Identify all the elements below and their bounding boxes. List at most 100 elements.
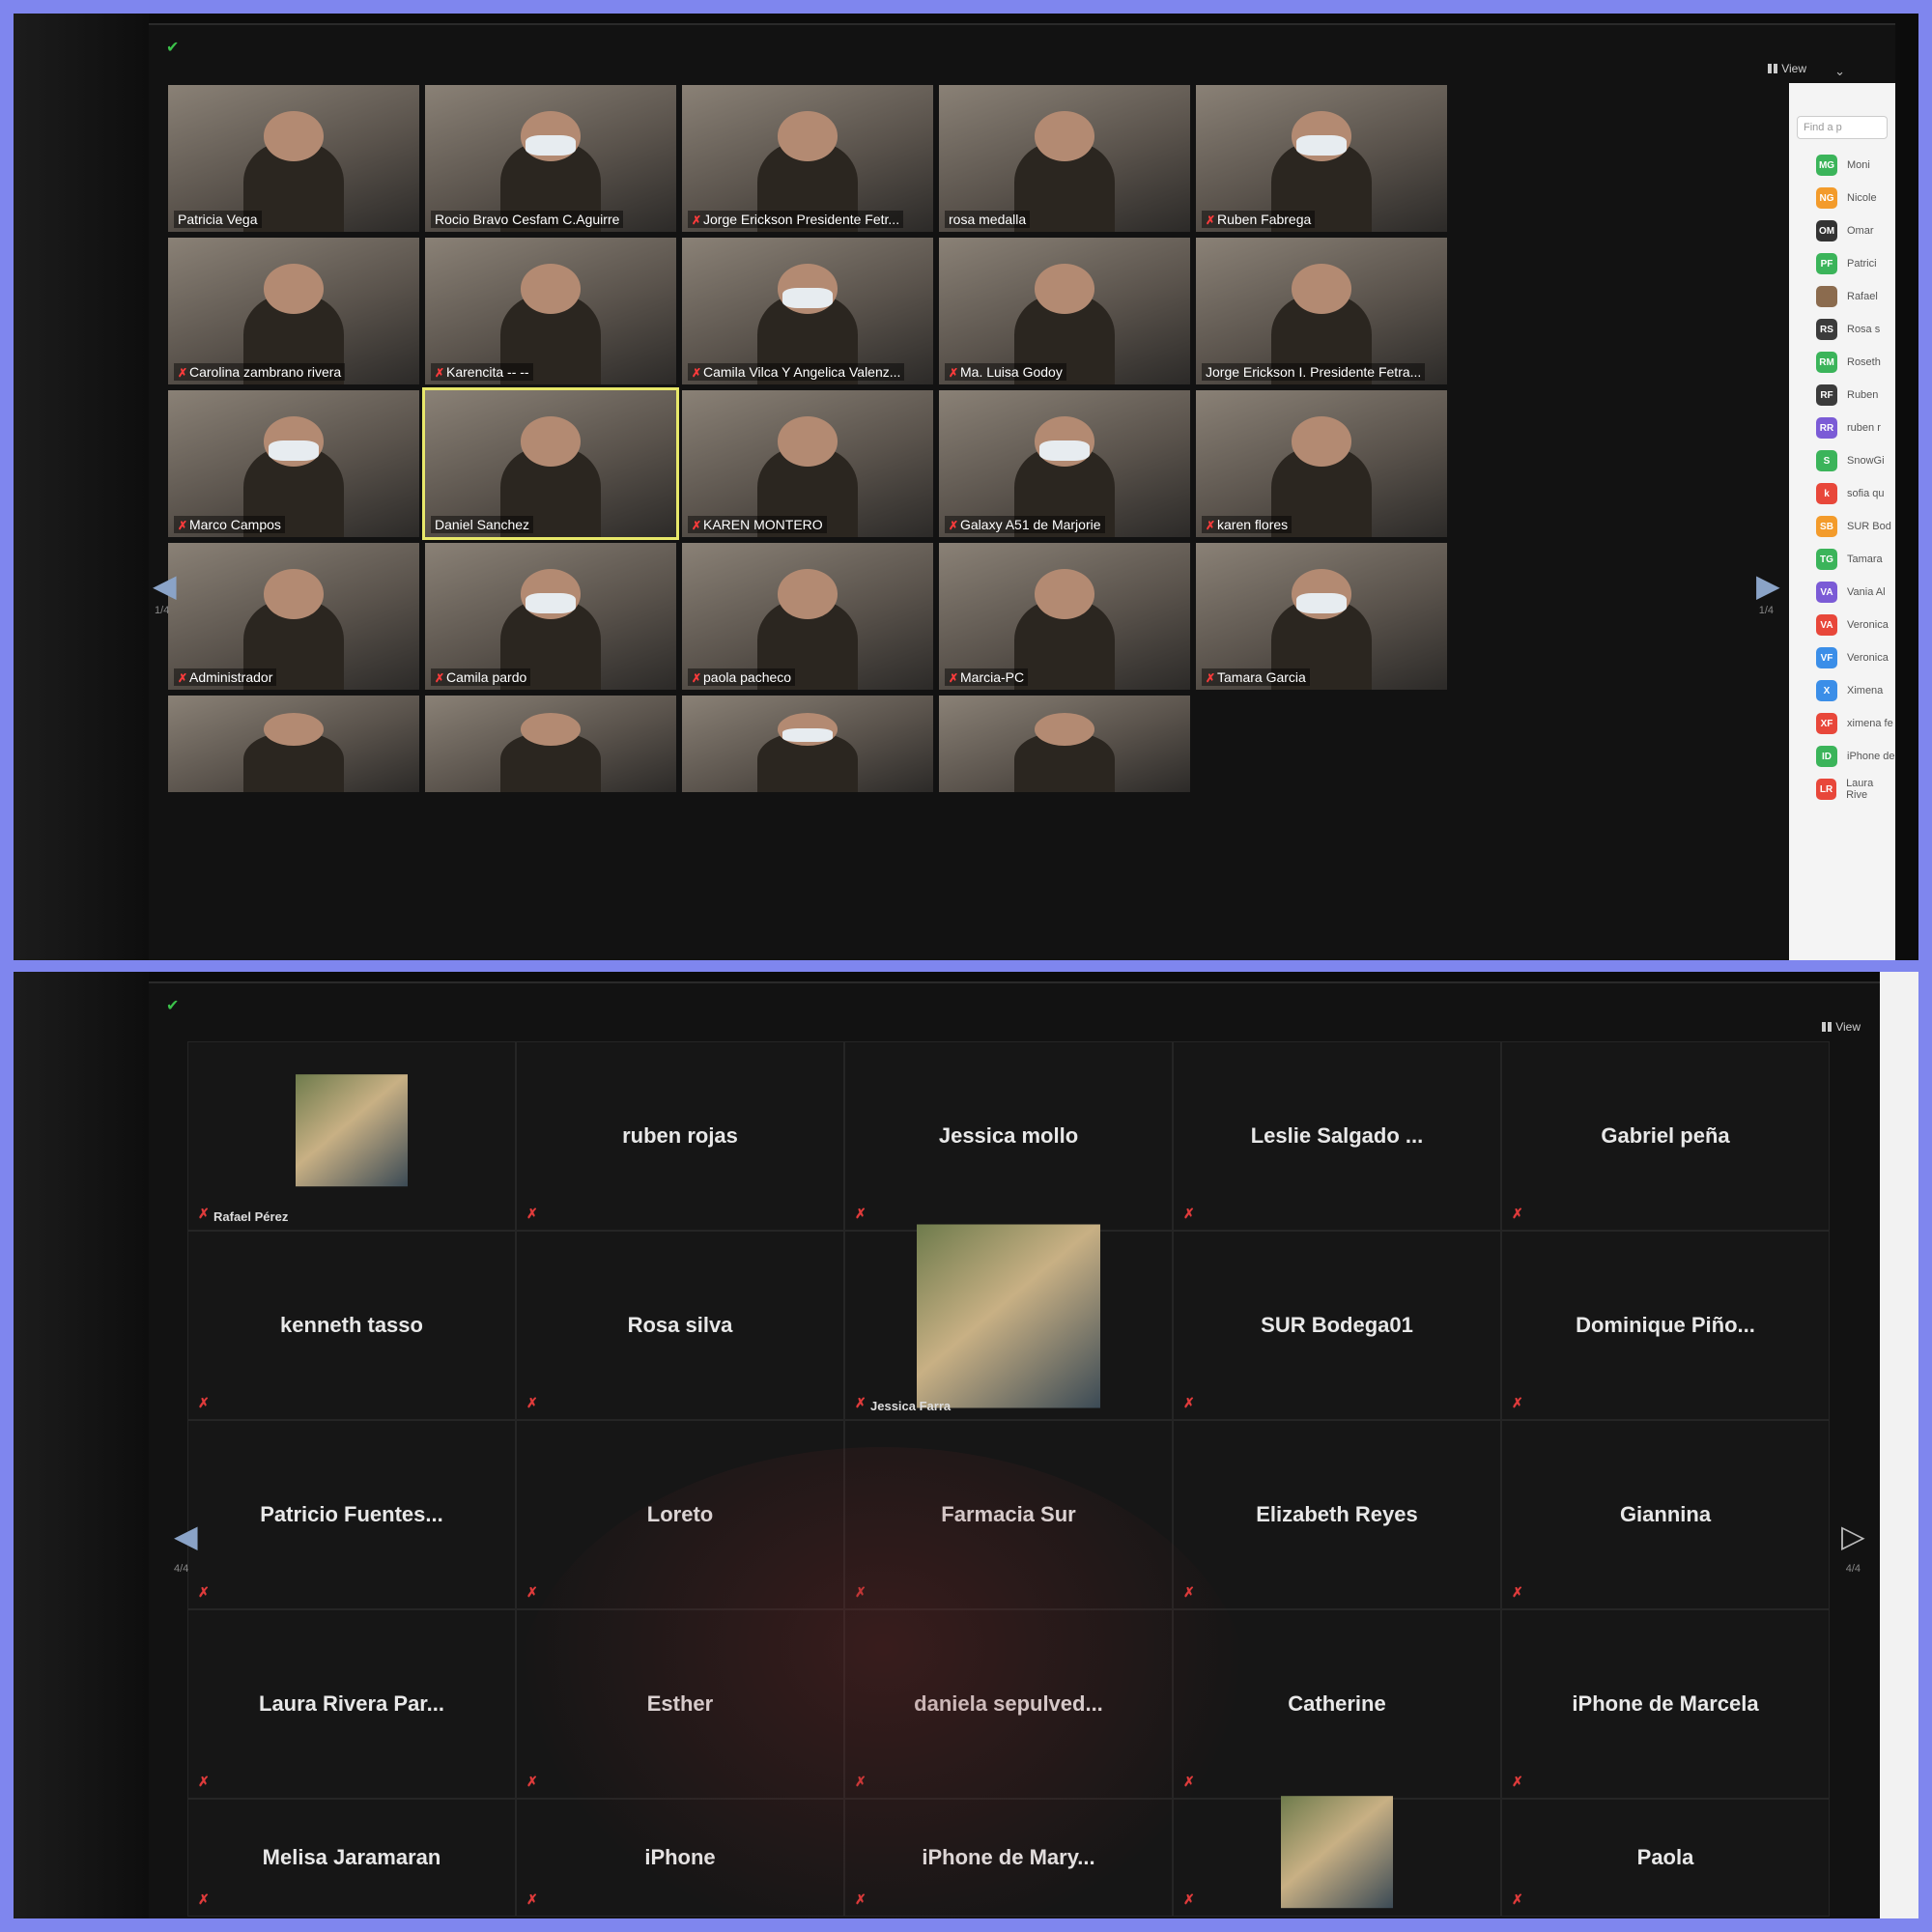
participant-tile[interactable]: Patricio Fuentes... ✗ (187, 1420, 516, 1609)
sidebar-participant-item[interactable]: k sofia qu (1789, 477, 1895, 510)
sidebar-participant-item[interactable]: VF Veronica (1789, 641, 1895, 674)
participant-tile[interactable]: daniela sepulved... ✗ (844, 1609, 1173, 1799)
next-page-arrow[interactable]: ▶ (1756, 566, 1780, 605)
participant-video-tile[interactable]: ✗ Marco Campos (168, 390, 419, 537)
participant-tile[interactable]: Loreto ✗ (516, 1420, 844, 1609)
participant-tile[interactable]: Elizabeth Reyes ✗ (1173, 1420, 1501, 1609)
participant-tile[interactable]: Gabriel peña ✗ (1501, 1041, 1830, 1231)
sidebar-participant-item[interactable]: RF Ruben (1789, 379, 1895, 412)
previous-page-arrow[interactable]: ◀ (153, 566, 177, 605)
participant-name-text: Camila Vilca Y Angelica Valenz... (703, 364, 901, 380)
sidebar-participant-item[interactable]: RS Rosa s (1789, 313, 1895, 346)
sidebar-participant-item[interactable]: LR Laura Rive (1789, 773, 1895, 806)
participant-video-tile[interactable]: ✗ Tamara Garcia (1196, 543, 1447, 690)
participant-video-tile[interactable]: Rocio Bravo Cesfam C.Aguirre (425, 85, 676, 232)
participant-video-tile[interactable]: ✗ Ruben Fabrega (1196, 85, 1447, 232)
participant-avatar: LR (1816, 779, 1837, 800)
participant-tile[interactable]: iPhone de Mary... ✗ (844, 1799, 1173, 1917)
previous-page-arrow[interactable]: ◀ (174, 1517, 198, 1555)
participant-video-tile[interactable]: ✗ Camila pardo (425, 543, 676, 690)
participant-tile[interactable]: ✗ Jessica Farra (844, 1224, 1173, 1420)
participant-tile[interactable]: SUR Bodega01 ✗ (1173, 1231, 1501, 1420)
view-button[interactable]: View (1822, 1020, 1861, 1034)
muted-mic-icon: ✗ (1512, 1395, 1523, 1410)
participant-face (263, 264, 325, 315)
participant-face (520, 264, 582, 315)
sidebar-participant-item[interactable]: RM Roseth (1789, 346, 1895, 379)
participant-tile[interactable]: Giannina ✗ (1501, 1420, 1830, 1609)
sidebar-participant-item[interactable]: TG Tamara (1789, 543, 1895, 576)
sidebar-participant-item[interactable]: OM Omar (1789, 214, 1895, 247)
sidebar-participant-item[interactable]: PF Patrici (1789, 247, 1895, 280)
participant-avatar: RF (1816, 384, 1837, 406)
muted-mic-icon: ✗ (198, 1395, 210, 1410)
participant-tile[interactable]: Leslie Salgado ... ✗ (1173, 1041, 1501, 1231)
participant-video-tile[interactable]: ✗ Karencita -- -- (425, 238, 676, 384)
participant-video-tile[interactable] (682, 696, 933, 792)
sidebar-participant-item[interactable]: XF ximena fe (1789, 707, 1895, 740)
participant-video-tile[interactable]: Jorge Erickson I. Presidente Fetra... (1196, 238, 1447, 384)
participant-tile[interactable]: ruben rojas ✗ (516, 1041, 844, 1231)
participant-video-tile[interactable]: rosa medalla (939, 85, 1190, 232)
muted-mic-icon: ✗ (198, 1891, 210, 1907)
view-button[interactable]: View (1768, 62, 1806, 75)
sidebar-participant-item[interactable]: S SnowGi (1789, 444, 1895, 477)
sidebar-participant-item[interactable]: Rafael (1789, 280, 1895, 313)
zoom-gallery-screen: ✔ View ✗ Rafael Pérez ruben rojas ✗ Jessica … (149, 981, 1880, 1918)
participant-tile[interactable]: Paola ✗ (1501, 1799, 1830, 1917)
chevron-down-icon[interactable]: ⌄ (1834, 64, 1845, 79)
sidebar-participant-item[interactable]: ID iPhone de (1789, 740, 1895, 773)
participant-name-text: KAREN MONTERO (703, 517, 823, 532)
participant-tile[interactable]: Melisa Jaramaran ✗ (187, 1799, 516, 1917)
participant-video-tile[interactable] (168, 696, 419, 792)
participant-video-tile[interactable]: ✗ karen flores (1196, 390, 1447, 537)
participant-video-tile[interactable]: ✗ Carolina zambrano rivera (168, 238, 419, 384)
sidebar-participant-item[interactable]: VA Veronica (1789, 609, 1895, 641)
participant-video-tile[interactable]: Daniel Sanchez (422, 387, 679, 540)
participant-tile[interactable]: Rosa silva ✗ (516, 1231, 844, 1420)
participant-video-tile[interactable] (939, 696, 1190, 792)
participant-name-label: ✗ KAREN MONTERO (688, 516, 827, 533)
sidebar-participant-item[interactable]: X Ximena (1789, 674, 1895, 707)
participant-tile[interactable]: Dominique Piño... ✗ (1501, 1231, 1830, 1420)
participant-video-tile[interactable]: ✗ Jorge Erickson Presidente Fetr... (682, 85, 933, 232)
sidebar-participant-item[interactable]: SB SUR Bod (1789, 510, 1895, 543)
participant-video-tile[interactable]: ✗ KAREN MONTERO (682, 390, 933, 537)
muted-mic-icon: ✗ (1512, 1584, 1523, 1600)
sidebar-participant-name: Veronica (1847, 619, 1889, 631)
participant-video-tile[interactable]: ✗ Camila Vilca Y Angelica Valenz... (682, 238, 933, 384)
sidebar-participant-name: SnowGi (1847, 455, 1885, 467)
face-mask (1039, 440, 1090, 461)
participant-tile[interactable]: kenneth tasso ✗ (187, 1231, 516, 1420)
sidebar-participant-item[interactable]: RR ruben r (1789, 412, 1895, 444)
participant-search-input[interactable]: Find a p (1797, 116, 1888, 139)
participant-tile[interactable]: Catherine ✗ (1173, 1609, 1501, 1799)
participant-video-tile[interactable]: Patricia Vega (168, 85, 419, 232)
participant-tile[interactable]: iPhone de Marcela ✗ (1501, 1609, 1830, 1799)
participant-video-tile[interactable]: ✗ Administrador (168, 543, 419, 690)
participant-name-label: ✗ Karencita -- -- (431, 363, 533, 381)
participant-tile[interactable]: Jessica mollo ✗ (844, 1041, 1173, 1231)
sidebar-participant-item[interactable]: MG Moni (1789, 149, 1895, 182)
participant-tile[interactable]: Laura Rivera Par... ✗ (187, 1609, 516, 1799)
participant-face (1034, 713, 1095, 746)
participant-video-tile[interactable] (425, 696, 676, 792)
participant-name-label: ✗ Tamara Garcia (1202, 668, 1310, 686)
participant-tile[interactable]: iPhone ✗ (516, 1799, 844, 1917)
participant-name-text: Rosa silva (627, 1313, 733, 1337)
next-page-arrow[interactable]: ▷ (1841, 1517, 1865, 1555)
sidebar-participant-name: Tamara (1847, 554, 1883, 565)
muted-mic-icon: ✗ (949, 671, 959, 685)
participant-video-tile[interactable]: ✗ Ma. Luisa Godoy (939, 238, 1190, 384)
participant-tile[interactable]: Esther ✗ (516, 1609, 844, 1799)
participant-tile[interactable]: ✗ Rafael Pérez (187, 1041, 516, 1231)
sidebar-participant-item[interactable]: VA Vania Al (1789, 576, 1895, 609)
participant-video-tile[interactable]: ✗ paola pacheco (682, 543, 933, 690)
muted-mic-icon: ✗ (526, 1206, 538, 1221)
monitor-bezel (14, 972, 149, 1918)
participant-video-tile[interactable]: ✗ Galaxy A51 de Marjorie (939, 390, 1190, 537)
participant-tile[interactable]: ✗ (1173, 1796, 1501, 1917)
participant-tile[interactable]: Farmacia Sur ✗ (844, 1420, 1173, 1609)
sidebar-participant-item[interactable]: NG Nicole (1789, 182, 1895, 214)
participant-video-tile[interactable]: ✗ Marcia-PC (939, 543, 1190, 690)
